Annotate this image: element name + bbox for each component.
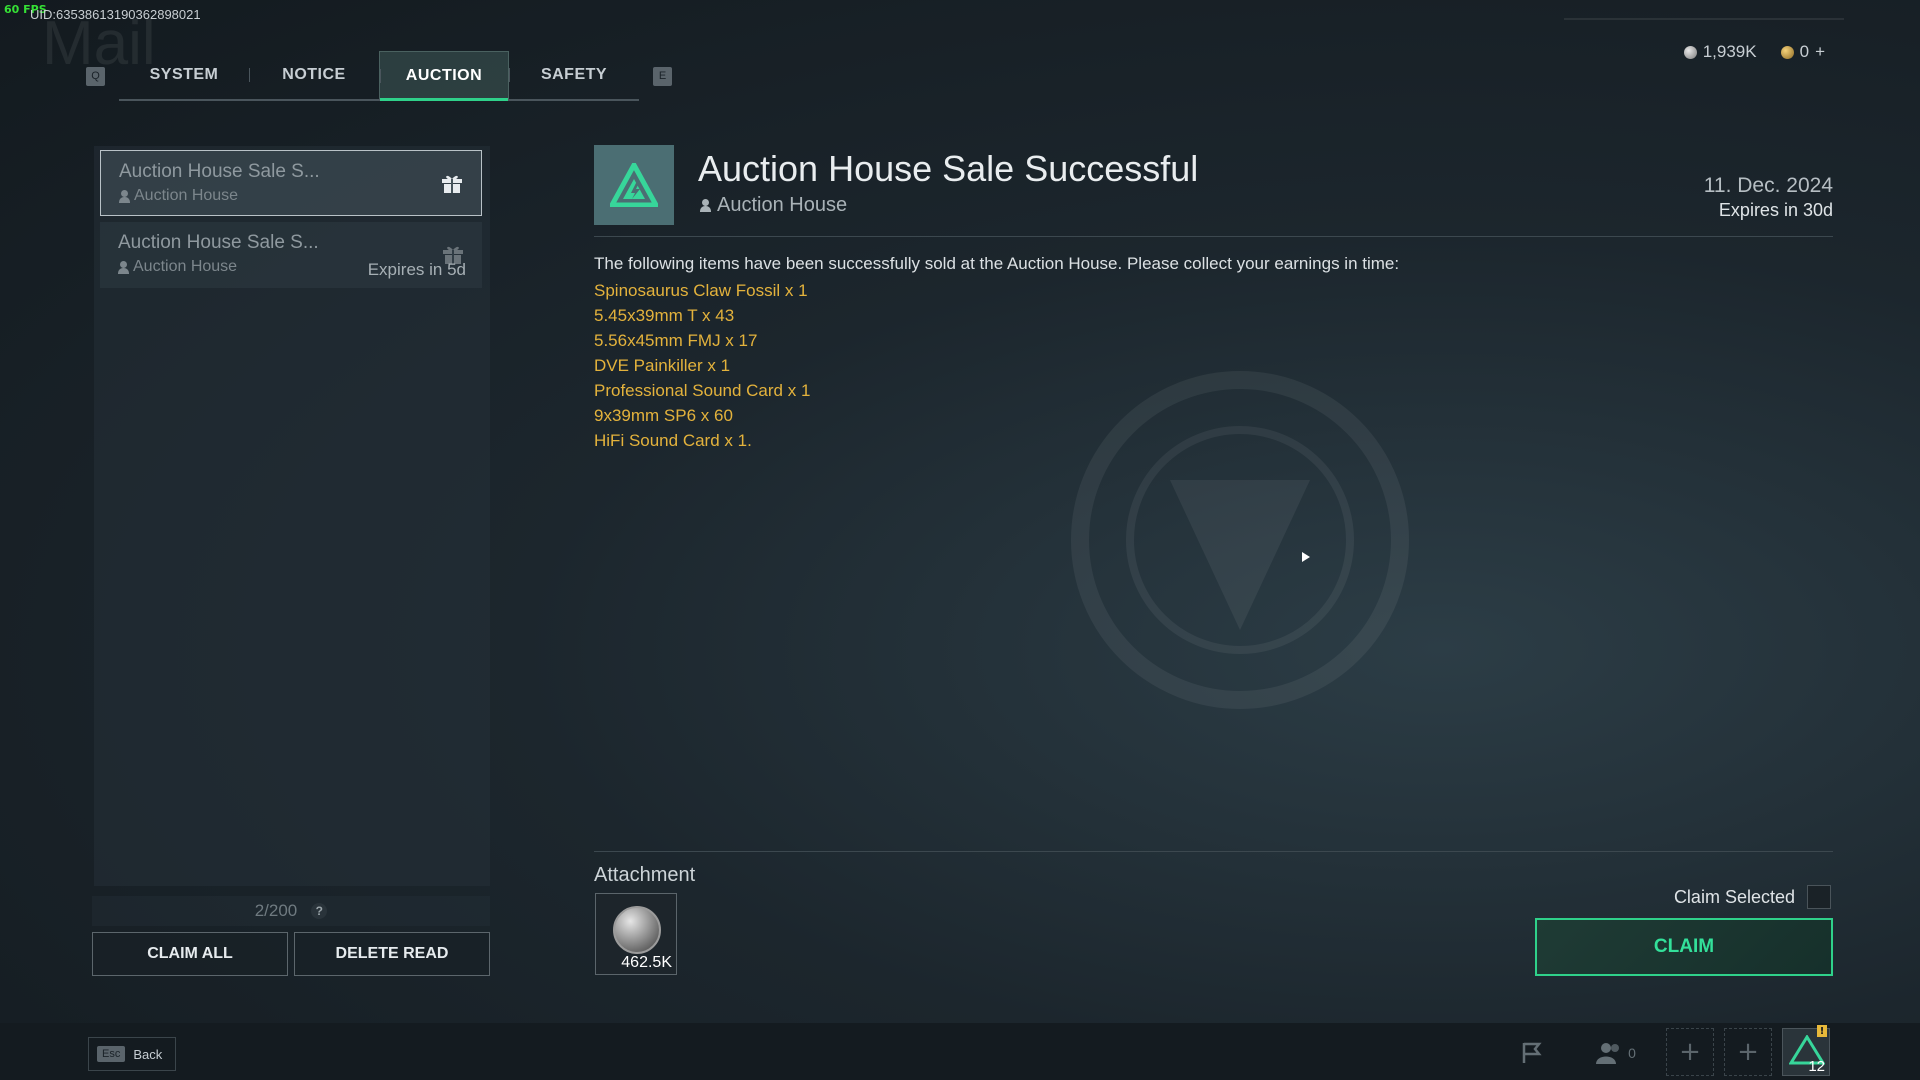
back-button[interactable]: Esc Back [88,1037,176,1071]
uid-label: UID:635386131903628980​21 [30,7,201,22]
mail-item-sender-name: Auction House [133,258,238,275]
player-level: 12 [1808,1058,1825,1075]
silver-amount: 1,939K [1702,42,1757,61]
mail-detail-sender: Auction House [700,194,847,217]
attachment-label: Attachment [594,864,696,886]
next-tab-key[interactable]: E [653,66,672,86]
gift-icon [442,175,462,193]
back-label: Back [133,1046,163,1062]
sold-item: DVE Painkiller x 1 [594,356,731,375]
mail-item-sender: Auction House [119,187,463,205]
claim-button[interactable]: CLAIM [1535,918,1833,976]
mouse-cursor-icon [1302,552,1310,562]
watermark-emblem-icon [1071,371,1409,709]
add-currency-icon[interactable]: + [1815,42,1825,62]
currency-bar: 1,939K 0 + [1683,42,1825,62]
silver-currency: 1,939K [1683,42,1757,62]
person-icon [700,199,711,212]
plus-icon: + [1679,1037,1701,1067]
esc-key-hint: Esc [97,1046,126,1062]
person-icon [119,189,130,203]
mail-item-sender-name: Auction House [134,187,239,204]
gold-coin-icon [1780,45,1794,59]
mail-body-text: The following items have been successful… [594,254,1400,273]
help-icon[interactable]: ? [311,903,328,919]
attachment-divider [594,851,1833,852]
notification-badge: ! [1817,1025,1827,1037]
silver-coin-icon [1683,45,1697,59]
sold-item: Spinosaurus Claw Fossil x 1 [594,281,808,300]
sold-item: 5.45x39mm T x 43 [594,306,735,325]
detail-header-divider [594,236,1833,237]
mail-detail-title: Auction House Sale Successful [698,148,1199,189]
silver-coin-icon [613,906,661,954]
delete-read-button[interactable]: DELETE READ [294,932,490,976]
friends-icon [1596,1043,1620,1064]
person-icon [118,260,129,274]
mail-list-item[interactable]: Auction House Sale S... Auction House Ex… [100,222,482,288]
mail-item-title: Auction House Sale S... [118,232,319,253]
mail-tab-bar: Q SYSTEM NOTICE AUCTION SAFETY E [86,51,672,101]
sold-item: 9x39mm SP6 x 60 [594,406,733,425]
party-slot-add[interactable]: + [1724,1028,1772,1076]
mail-count: 2/200 [254,901,298,920]
claim-selected-toggle[interactable]: Claim Selected [1674,885,1831,909]
plus-icon: + [1737,1037,1759,1067]
mail-list-item[interactable]: Auction House Sale S... Auction House [100,150,482,216]
tab-system[interactable]: SYSTEM [119,51,249,99]
party-slot-add[interactable]: + [1666,1028,1714,1076]
flag-icon[interactable] [1510,1030,1556,1076]
mail-item-expiry: Expires in 5d [367,260,466,279]
mail-detail-sender-name: Auction House [717,194,848,216]
sold-item: 5.56x45mm FMJ x 17 [594,331,758,350]
gold-currency[interactable]: 0 + [1780,42,1825,62]
auction-house-emblem-icon [594,145,674,225]
sold-items-list: Spinosaurus Claw Fossil x 1 5.45x39mm T … [594,278,810,453]
tab-auction[interactable]: AUCTION [379,51,509,101]
gold-amount: 0 [1799,42,1810,61]
attachment-slot[interactable]: 462.5K [595,893,677,975]
claim-selected-label: Claim Selected [1673,886,1795,907]
player-avatar[interactable]: ! 12 [1782,1025,1830,1076]
top-divider [1564,18,1844,20]
tab-safety[interactable]: SAFETY [509,51,639,99]
friends-button[interactable]: 0 [1586,1030,1646,1076]
mail-detail-date: 11. Dec. 2024 [1703,174,1833,197]
mail-item-title: Auction House Sale S... [119,161,320,182]
mail-list-panel: Auction House Sale S... Auction House Au… [94,146,490,886]
claim-selected-checkbox[interactable] [1807,885,1831,909]
sold-item: HiFi Sound Card x 1. [594,431,752,450]
mail-detail-expiry: Expires in 30d [1718,200,1833,220]
claim-all-button[interactable]: CLAIM ALL [92,932,288,976]
friends-count: 0 [1628,1045,1636,1061]
tab-notice[interactable]: NOTICE [249,51,379,99]
sold-item: Professional Sound Card x 1 [594,381,811,400]
mail-tabs: SYSTEM NOTICE AUCTION SAFETY [119,51,639,101]
prev-tab-key[interactable]: Q [86,66,105,86]
mail-count-bar: 2/200 ? [92,896,490,926]
attachment-quantity: 462.5K [621,954,672,971]
